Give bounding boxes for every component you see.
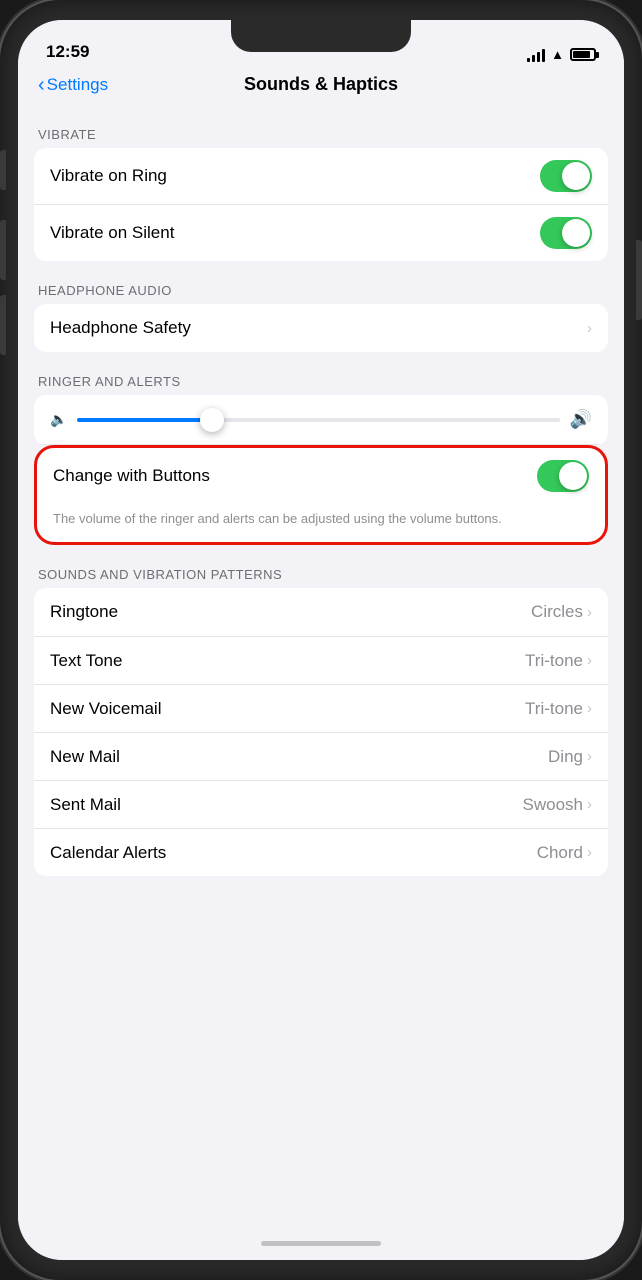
ringtone-row[interactable]: Ringtone Circles › xyxy=(34,588,608,636)
headphone-safety-label: Headphone Safety xyxy=(50,318,191,338)
ringtone-chevron-icon: › xyxy=(587,604,592,621)
new-mail-value: Ding › xyxy=(548,747,592,767)
volume-low-icon: 🔈 xyxy=(50,411,67,428)
headphone-safety-row[interactable]: Headphone Safety › xyxy=(34,304,608,352)
volume-slider[interactable] xyxy=(77,418,559,422)
ringtone-label: Ringtone xyxy=(50,602,118,622)
power-button[interactable] xyxy=(636,240,642,320)
new-mail-chevron-icon: › xyxy=(587,748,592,765)
volume-high-icon: 🔊 xyxy=(570,409,592,430)
calendar-alerts-value-text: Chord xyxy=(537,843,583,863)
new-voicemail-value: Tri-tone › xyxy=(525,699,592,719)
new-mail-row[interactable]: New Mail Ding › xyxy=(34,732,608,780)
vibrate-on-ring-toggle[interactable] xyxy=(540,160,592,192)
ringer-card: 🔈 🔊 xyxy=(34,395,608,445)
new-mail-value-text: Ding xyxy=(548,747,583,767)
vibrate-on-silent-label: Vibrate on Silent xyxy=(50,223,174,243)
home-bar xyxy=(261,1241,381,1246)
battery-icon xyxy=(570,48,596,61)
slider-fill xyxy=(77,418,212,422)
sent-mail-row[interactable]: Sent Mail Swoosh › xyxy=(34,780,608,828)
headphone-section: HEADPHONE AUDIO Headphone Safety › xyxy=(18,283,624,352)
volume-slider-row[interactable]: 🔈 🔊 xyxy=(34,395,608,445)
change-with-buttons-label: Change with Buttons xyxy=(53,466,210,486)
headphone-card: Headphone Safety › xyxy=(34,304,608,352)
change-with-buttons-description: The volume of the ringer and alerts can … xyxy=(53,511,502,526)
change-with-buttons-description-row: The volume of the ringer and alerts can … xyxy=(37,504,605,542)
text-tone-label: Text Tone xyxy=(50,651,122,671)
sounds-section: SOUNDS AND VIBRATION PATTERNS Ringtone C… xyxy=(18,567,624,876)
wifi-icon: ▲ xyxy=(551,47,564,62)
sent-mail-value-text: Swoosh xyxy=(523,795,583,815)
vibrate-on-ring-row: Vibrate on Ring xyxy=(34,148,608,204)
slider-thumb[interactable] xyxy=(200,408,224,432)
new-voicemail-chevron-icon: › xyxy=(587,700,592,717)
change-with-buttons-row: Change with Buttons xyxy=(37,448,605,504)
home-indicator xyxy=(18,1226,624,1260)
headphone-header: HEADPHONE AUDIO xyxy=(18,283,624,304)
calendar-alerts-row[interactable]: Calendar Alerts Chord › xyxy=(34,828,608,876)
notch xyxy=(231,20,411,52)
chevron-icon: › xyxy=(587,320,592,337)
status-time: 12:59 xyxy=(46,42,89,62)
content-scroll[interactable]: VIBRATE Vibrate on Ring Vibrate on Silen… xyxy=(18,105,624,1226)
ringtone-value-text: Circles xyxy=(531,602,583,622)
vibrate-section: VIBRATE Vibrate on Ring Vibrate on Silen… xyxy=(18,127,624,261)
calendar-alerts-label: Calendar Alerts xyxy=(50,843,166,863)
silent-switch[interactable] xyxy=(0,150,6,190)
ringer-header: RINGER AND ALERTS xyxy=(18,374,624,395)
new-mail-label: New Mail xyxy=(50,747,120,767)
back-button[interactable]: ‹ Settings xyxy=(38,75,108,95)
sent-mail-label: Sent Mail xyxy=(50,795,121,815)
highlighted-section: Change with Buttons The volume of the ri… xyxy=(18,445,624,545)
ringer-section: RINGER AND ALERTS 🔈 🔊 xyxy=(18,374,624,545)
nav-bar: ‹ Settings Sounds & Haptics xyxy=(18,70,624,105)
text-tone-row[interactable]: Text Tone Tri-tone › xyxy=(34,636,608,684)
signal-icon xyxy=(527,48,545,62)
change-with-buttons-card: Change with Buttons The volume of the ri… xyxy=(34,445,608,545)
ringtone-value: Circles › xyxy=(531,602,592,622)
text-tone-value-text: Tri-tone xyxy=(525,651,583,671)
headphone-safety-chevron: › xyxy=(587,320,592,337)
text-tone-chevron-icon: › xyxy=(587,652,592,669)
volume-down-button[interactable] xyxy=(0,295,6,355)
sounds-header: SOUNDS AND VIBRATION PATTERNS xyxy=(18,567,624,588)
sent-mail-value: Swoosh › xyxy=(523,795,592,815)
change-with-buttons-toggle[interactable] xyxy=(537,460,589,492)
sounds-card: Ringtone Circles › Text Tone Tri-tone › xyxy=(34,588,608,876)
vibrate-header: VIBRATE xyxy=(18,127,624,148)
vibrate-on-silent-toggle[interactable] xyxy=(540,217,592,249)
volume-up-button[interactable] xyxy=(0,220,6,280)
back-arrow-icon: ‹ xyxy=(38,75,45,95)
vibrate-on-ring-label: Vibrate on Ring xyxy=(50,166,167,186)
calendar-alerts-chevron-icon: › xyxy=(587,844,592,861)
sent-mail-chevron-icon: › xyxy=(587,796,592,813)
new-voicemail-label: New Voicemail xyxy=(50,699,162,719)
text-tone-value: Tri-tone › xyxy=(525,651,592,671)
new-voicemail-row[interactable]: New Voicemail Tri-tone › xyxy=(34,684,608,732)
page-title: Sounds & Haptics xyxy=(244,74,398,95)
phone-frame: 12:59 ▲ ‹ Settings Sounds & Haptics xyxy=(0,0,642,1280)
calendar-alerts-value: Chord › xyxy=(537,843,592,863)
status-icons: ▲ xyxy=(527,47,596,62)
new-voicemail-value-text: Tri-tone xyxy=(525,699,583,719)
vibrate-on-silent-row: Vibrate on Silent xyxy=(34,204,608,261)
phone-screen: 12:59 ▲ ‹ Settings Sounds & Haptics xyxy=(18,20,624,1260)
back-label: Settings xyxy=(47,75,108,95)
vibrate-card: Vibrate on Ring Vibrate on Silent xyxy=(34,148,608,261)
